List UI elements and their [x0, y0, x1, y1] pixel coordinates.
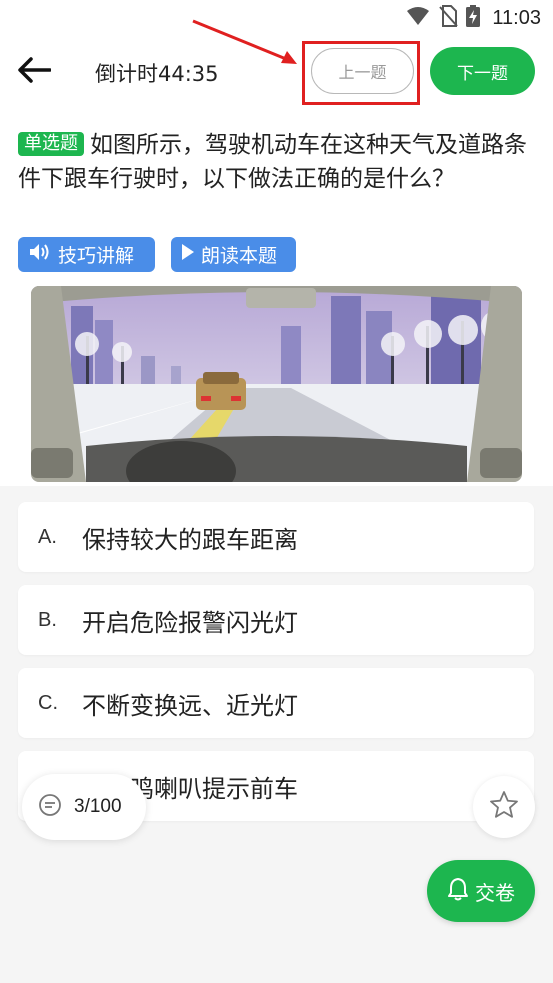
tips-label: 技巧讲解 — [58, 245, 135, 267]
option-text: 不断变换远、近光灯 — [82, 691, 298, 720]
back-button[interactable] — [14, 52, 54, 92]
option-a[interactable]: A. 保持较大的跟车距离 — [18, 502, 534, 572]
speaker-icon — [28, 242, 52, 267]
option-text: 开启危险报警闪光灯 — [82, 608, 298, 637]
progress-indicator[interactable]: 3/100 — [22, 774, 146, 840]
progress-text: 3/100 — [74, 796, 122, 817]
no-sim-icon — [438, 5, 459, 31]
bell-icon — [447, 877, 469, 906]
wifi-icon — [406, 6, 430, 30]
play-icon — [181, 243, 195, 266]
favorite-button[interactable] — [473, 776, 535, 838]
question-text: 单选题 如图所示，驾驶机动车在这种天气及道路条件下跟车行驶时，以下做法正确的是什么… — [18, 128, 538, 196]
star-outline-icon — [488, 789, 520, 825]
question-type-badge: 单选题 — [18, 132, 84, 156]
prev-question-button[interactable]: 上一题 — [311, 48, 414, 94]
option-letter: B. — [38, 608, 57, 631]
read-aloud-button[interactable]: 朗读本题 — [171, 237, 296, 272]
question-body: 如图所示，驾驶机动车在这种天气及道路条件下跟车行驶时，以下做法正确的是什么？ — [18, 132, 527, 192]
arrow-left-icon — [17, 57, 52, 87]
top-bar: 倒计时44:35 上一题 下一题 — [0, 36, 553, 106]
list-icon — [38, 793, 62, 821]
status-time: 11:03 — [492, 6, 541, 29]
battery-charging-icon — [466, 5, 481, 31]
option-text: 保持较大的跟车距离 — [82, 525, 298, 554]
next-question-button[interactable]: 下一题 — [430, 47, 535, 95]
option-b[interactable]: B. 开启危险报警闪光灯 — [18, 585, 534, 655]
submit-label: 交卷 — [475, 880, 515, 905]
question-image — [31, 286, 522, 482]
option-c[interactable]: C. 不断变换远、近光灯 — [18, 668, 534, 738]
status-icons: 11:03 — [406, 5, 541, 31]
question-image-area — [0, 286, 553, 486]
option-letter: A. — [38, 525, 57, 548]
countdown-timer: 倒计时44:35 — [95, 62, 219, 86]
submit-exam-button[interactable]: 交卷 — [427, 860, 535, 922]
read-label: 朗读本题 — [201, 245, 278, 267]
option-letter: C. — [38, 691, 58, 714]
status-bar: 11:03 — [0, 0, 553, 36]
tips-button[interactable]: 技巧讲解 — [18, 237, 155, 272]
